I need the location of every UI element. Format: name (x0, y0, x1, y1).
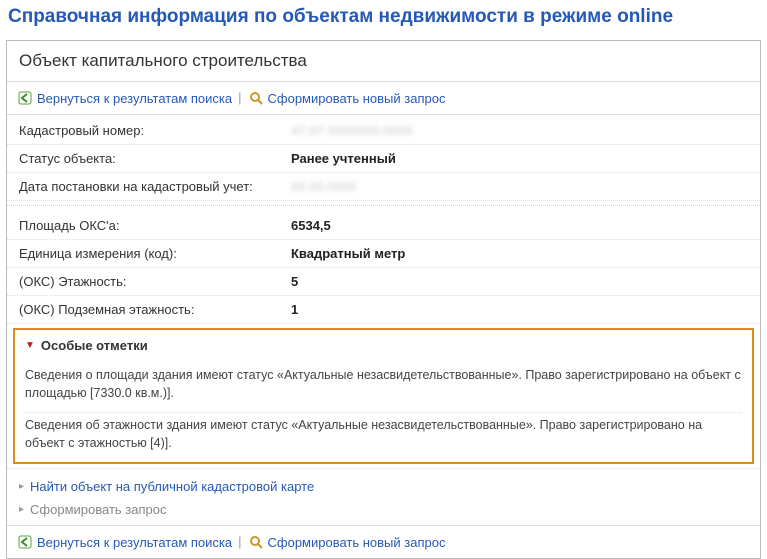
toolbar-top: Вернуться к результатам поиска | Сформир… (7, 82, 760, 115)
chevron-right-icon: ▸ (19, 481, 24, 492)
row-area: Площадь ОКС'а: 6534,5 (7, 212, 760, 240)
area-label: Площадь ОКС'а: (19, 218, 291, 233)
under-floors-label: (ОКС) Подземная этажность: (19, 302, 291, 317)
row-under-floors: (ОКС) Подземная этажность: 1 (7, 296, 760, 324)
new-query-button[interactable]: Сформировать новый запрос (248, 90, 446, 106)
row-unit: Единица измерения (код): Квадратный метр (7, 240, 760, 268)
status-value: Ранее учтенный (291, 151, 396, 166)
reg-date-value: 00.00.0000 (291, 179, 356, 194)
special-notes-box: ▼ Особые отметки Сведения о площади здан… (13, 328, 754, 464)
new-query-button-bottom[interactable]: Сформировать новый запрос (248, 534, 446, 550)
form-query-row: ▸ Сформировать запрос (19, 498, 748, 521)
reg-date-label: Дата постановки на кадастровый учет: (19, 179, 291, 194)
page-title: Справочная информация по объектам недвиж… (0, 0, 767, 40)
floors-value: 5 (291, 274, 298, 289)
toolbar-bottom: Вернуться к результатам поиска | Сформир… (7, 525, 760, 558)
arrow-left-icon (17, 90, 33, 106)
status-label: Статус объекта: (19, 151, 291, 166)
subhead: Объект капитального строительства (7, 41, 760, 82)
back-to-results-button-bottom[interactable]: Вернуться к результатам поиска (17, 534, 232, 550)
main-panel: Объект капитального строительства Вернут… (6, 40, 761, 559)
floors-label: (ОКС) Этажность: (19, 274, 291, 289)
row-status: Статус объекта: Ранее учтенный (7, 145, 760, 173)
new-query-label: Сформировать новый запрос (268, 91, 446, 106)
properties-block-2: Площадь ОКС'а: 6534,5 Единица измерения … (7, 205, 760, 324)
special-note-1: Сведения о площади здания имеют статус «… (25, 363, 742, 413)
properties-block-1: Кадастровый номер: 47:07:0000000:0000 Ст… (7, 115, 760, 201)
chevron-right-icon: ▸ (19, 504, 24, 515)
toolbar-divider: | (238, 90, 241, 106)
footer-links: ▸ Найти объект на публичной кадастровой … (7, 468, 760, 525)
unit-label: Единица измерения (код): (19, 246, 291, 261)
find-on-map-link[interactable]: Найти объект на публичной кадастровой ка… (30, 479, 314, 494)
row-floors: (ОКС) Этажность: 5 (7, 268, 760, 296)
arrow-left-icon (17, 534, 33, 550)
special-notes-heading-row[interactable]: ▼ Особые отметки (25, 338, 742, 353)
under-floors-value: 1 (291, 302, 298, 317)
unit-value: Квадратный метр (291, 246, 405, 261)
form-query-disabled: Сформировать запрос (30, 502, 166, 517)
gear-search-icon (248, 534, 264, 550)
back-to-results-label-bottom: Вернуться к результатам поиска (37, 535, 232, 550)
toolbar-divider-bottom: | (238, 534, 241, 550)
find-on-map-row: ▸ Найти объект на публичной кадастровой … (19, 475, 748, 498)
special-notes-heading: Особые отметки (41, 338, 148, 353)
cad-number-value: 47:07:0000000:0000 (291, 123, 412, 138)
row-cadastral-number: Кадастровый номер: 47:07:0000000:0000 (7, 117, 760, 145)
new-query-label-bottom: Сформировать новый запрос (268, 535, 446, 550)
back-to-results-button[interactable]: Вернуться к результатам поиска (17, 90, 232, 106)
gear-search-icon (248, 90, 264, 106)
area-value: 6534,5 (291, 218, 331, 233)
back-to-results-label: Вернуться к результатам поиска (37, 91, 232, 106)
cad-number-label: Кадастровый номер: (19, 123, 291, 138)
collapse-triangle-icon: ▼ (25, 340, 35, 351)
special-note-2: Сведения об этажности здания имеют стату… (25, 413, 742, 452)
row-reg-date: Дата постановки на кадастровый учет: 00.… (7, 173, 760, 201)
